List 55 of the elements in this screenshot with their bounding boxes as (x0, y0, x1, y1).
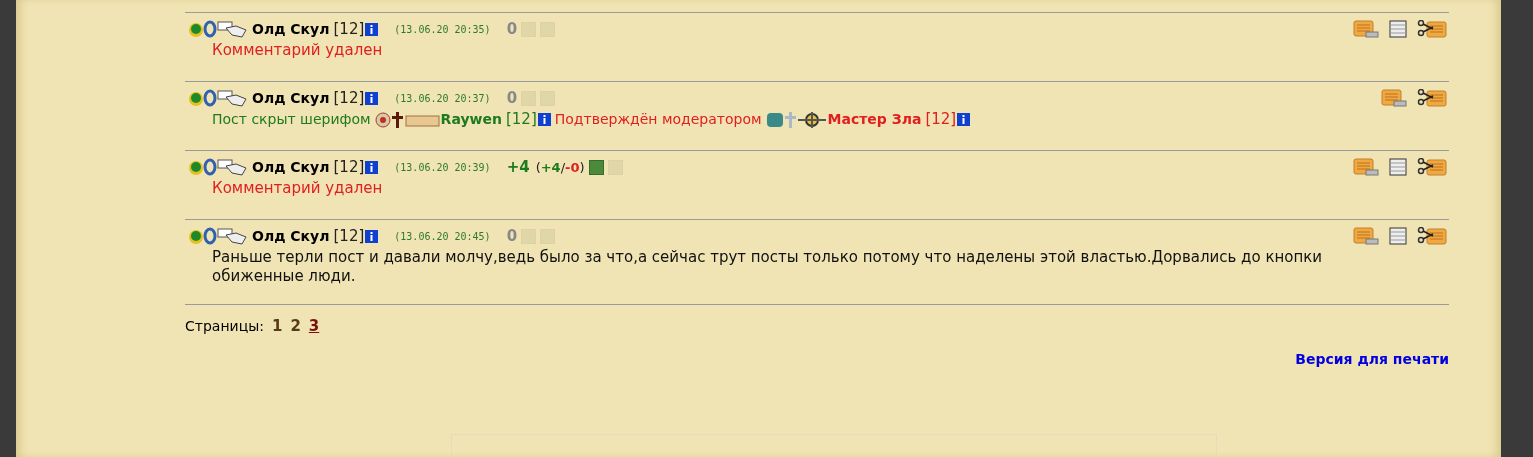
paren: ( (535, 159, 541, 175)
deleted-notice: Комментарий удален (211, 41, 384, 60)
comment-date: (13.06.20 20:37) (394, 92, 491, 104)
sheriff-name[interactable]: Raywen (440, 110, 502, 129)
author-name[interactable]: Олд Скул (252, 90, 330, 106)
info-icon[interactable] (365, 91, 379, 105)
comment-score: 0 (506, 227, 518, 245)
info-icon[interactable] (365, 22, 379, 36)
comment-score: 0 (506, 89, 518, 107)
edit-icon[interactable] (1353, 20, 1379, 38)
print-version-link[interactable]: Версия для печати (1295, 351, 1449, 367)
minus-count: -0 (565, 159, 580, 175)
page-link[interactable]: 3 (308, 317, 320, 335)
edit-icon[interactable] (1353, 227, 1379, 245)
deleted-notice: Комментарий удален (211, 179, 384, 198)
slash: / (560, 159, 566, 175)
info-icon[interactable] (365, 229, 379, 243)
cut-icon[interactable] (1417, 158, 1447, 176)
page-link[interactable]: 2 (290, 317, 301, 335)
paren: ) (579, 159, 585, 175)
comment-score: 0 (506, 20, 518, 38)
info-icon[interactable] (537, 113, 551, 126)
hidden-notice: Пост скрыт шерифом (212, 110, 371, 129)
user-level: [12] (333, 20, 365, 38)
info-icon[interactable] (957, 113, 971, 126)
user-level: [12] (333, 89, 365, 107)
cut-icon[interactable] (1417, 89, 1447, 107)
user-level: [12] (505, 110, 537, 129)
page-link[interactable]: 1 (271, 317, 283, 335)
comment-date: (13.06.20 20:35) (394, 23, 491, 35)
table-icon[interactable] (1389, 20, 1407, 38)
edit-icon[interactable] (1353, 158, 1379, 176)
user-level: [12] (925, 110, 957, 129)
confirm-notice: Подтверждён модератором (554, 110, 762, 129)
author-name[interactable]: Олд Скул (252, 228, 330, 244)
plus-count: +4 (540, 159, 561, 175)
table-icon[interactable] (1389, 158, 1407, 176)
moderator-name[interactable]: Мастер Зла (827, 110, 922, 129)
cut-icon[interactable] (1417, 227, 1447, 245)
cut-icon[interactable] (1417, 20, 1447, 38)
info-icon[interactable] (365, 160, 379, 174)
author-name[interactable]: Олд Скул (252, 21, 330, 37)
moderator-badges-icon (765, 110, 828, 129)
comment-score: +4 (506, 158, 530, 176)
comment-text: Раньше терли пост и давали молчу,ведь было за что,а сейчас трут посты только потому что наделены этой властью.Дорвались до кнопки обиженные люди. (211, 248, 1324, 286)
author-name[interactable]: Олд Скул (252, 159, 330, 175)
upvote-button[interactable] (588, 159, 604, 175)
user-level: [12] (333, 158, 365, 176)
table-icon[interactable] (1389, 227, 1407, 245)
comment-date: (13.06.20 20:45) (394, 230, 491, 242)
pages-label: Страницы: (185, 318, 264, 334)
sheriff-badges-icon (374, 110, 441, 129)
user-level: [12] (333, 227, 365, 245)
edit-icon[interactable] (1381, 89, 1407, 107)
comment-date: (13.06.20 20:39) (394, 161, 491, 173)
